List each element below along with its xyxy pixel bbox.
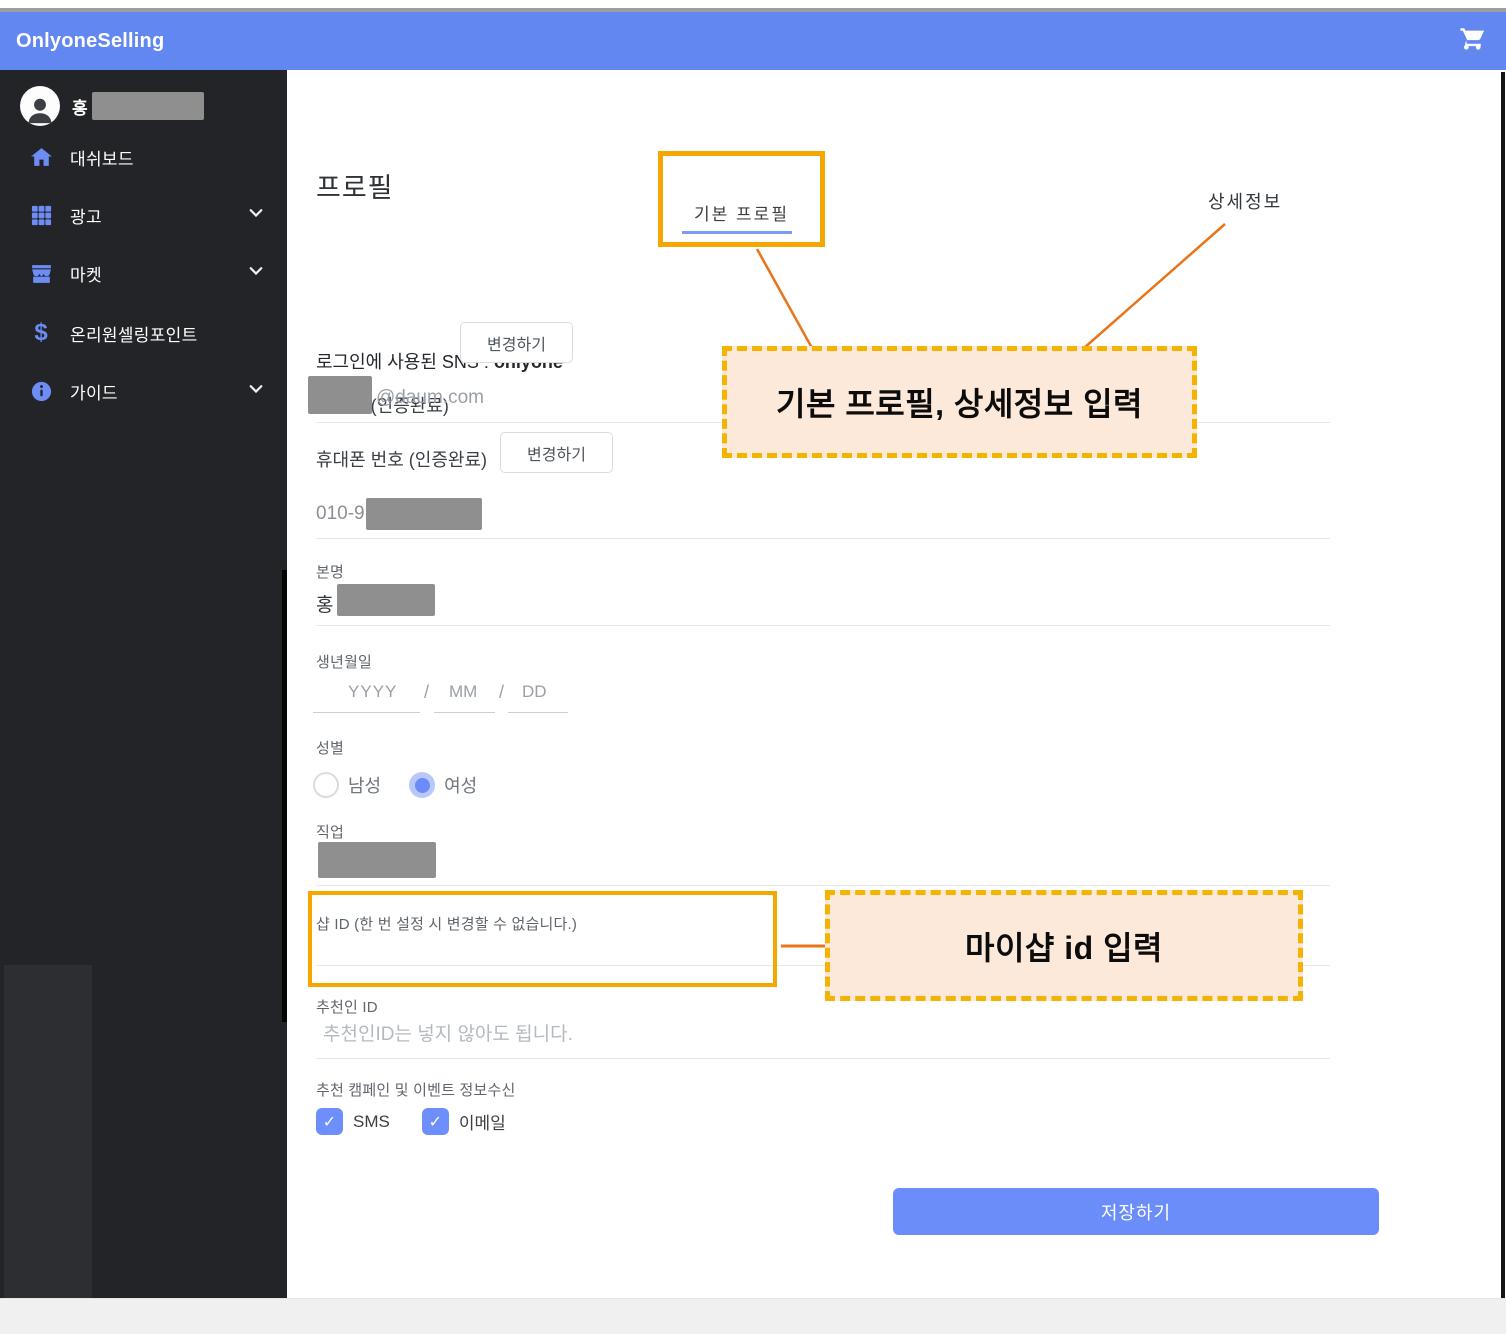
sidebar-item-label: 대쉬보드 xyxy=(70,149,134,169)
sidebar-user-row[interactable]: 홍 xyxy=(0,76,287,136)
sidebar-item-label: 가이드 xyxy=(70,383,118,403)
sidebar-item-label: 마켓 xyxy=(70,265,102,285)
realname-label: 본명 xyxy=(316,564,345,581)
footer-bar xyxy=(0,1298,1506,1334)
callout-myshop-box: 마이샵 id 입력 xyxy=(825,890,1303,1001)
callout-profile-text: 기본 프로필, 상세정보 입력 xyxy=(776,386,1143,422)
sidebar-item-label: 온리원셀링포인트 xyxy=(70,325,198,345)
chevron-down-icon xyxy=(247,262,265,285)
tab-annotation-frame: 기본 프로필 xyxy=(658,151,825,247)
main-content: 프로필 기본 프로필 상세정보 로그인에 사용된 SNS : onlyone 이… xyxy=(287,70,1502,1298)
birth-separator: / xyxy=(424,682,430,702)
sidebar-item-label: 광고 xyxy=(70,207,102,227)
checkbox-sms-label: SMS xyxy=(353,1111,390,1131)
callout-myshop-text: 마이샵 id 입력 xyxy=(965,929,1163,966)
sidebar-item-guide[interactable]: 가이드 xyxy=(0,362,287,420)
job-underline xyxy=(316,885,1330,886)
checkbox-sms[interactable]: ✓ xyxy=(316,1108,343,1135)
referrer-label: 추천인 ID xyxy=(316,999,378,1016)
realname-value: 홍 xyxy=(316,595,334,616)
email-value: @daum.com xyxy=(376,387,484,408)
phone-underline xyxy=(316,538,1330,539)
tab-basic-profile[interactable]: 기본 프로필 xyxy=(694,200,789,225)
cart-icon[interactable] xyxy=(1458,26,1488,56)
save-button[interactable]: 저장하기 xyxy=(893,1188,1379,1235)
chevron-down-icon xyxy=(247,380,265,403)
referrer-input[interactable]: 추천인ID는 넣지 않아도 됩니다. xyxy=(323,1019,573,1046)
gender-options: 남성 여성 xyxy=(313,772,477,798)
sidebar-item-points[interactable]: $ 온리원셀링포인트 xyxy=(0,304,287,362)
phone-value: 010-9 xyxy=(316,503,365,524)
shopid-annotation-frame xyxy=(308,891,777,987)
birth-mm-underline xyxy=(434,712,495,713)
birth-yyyy-input[interactable]: YYYY xyxy=(348,682,397,702)
job-label: 직업 xyxy=(316,824,345,841)
avatar xyxy=(20,86,60,126)
email-label: 이메일 (인증완료) xyxy=(316,328,449,416)
gender-label: 성별 xyxy=(316,740,345,757)
user-name-redaction xyxy=(91,92,204,120)
realname-underline xyxy=(316,625,1330,626)
birth-dd-underline xyxy=(508,712,568,713)
sidebar-redaction xyxy=(4,965,92,1334)
sidebar-item-ads[interactable]: 광고 xyxy=(0,186,287,244)
sidebar-item-market[interactable]: 마켓 xyxy=(0,244,287,302)
birth-label: 생년월일 xyxy=(316,654,373,671)
phone-redaction xyxy=(366,498,482,530)
birth-mm-input[interactable]: MM xyxy=(449,682,477,702)
birth-dd-input[interactable]: DD xyxy=(522,682,547,702)
radio-female[interactable] xyxy=(409,772,436,798)
radio-male[interactable] xyxy=(313,772,339,798)
birth-yyyy-underline xyxy=(313,712,420,713)
callout-profile-box: 기본 프로필, 상세정보 입력 xyxy=(722,346,1197,458)
page-title: 프로필 xyxy=(316,173,394,203)
birth-separator: / xyxy=(499,682,505,702)
top-margin xyxy=(0,0,1506,8)
detail-pointer-label: 상세정보 xyxy=(1208,192,1283,212)
chevron-down-icon xyxy=(247,204,265,227)
phone-label: 휴대폰 번호 (인증완료) xyxy=(316,450,488,470)
page: OnlyoneSelling 홍 대쉬보드 광고 마켓 $ 온리원셀링포인트 가… xyxy=(0,0,1506,1334)
brand-logo: OnlyoneSelling xyxy=(16,29,165,52)
subscribe-label: 추천 캠페인 및 이벤트 정보수신 xyxy=(316,1082,516,1099)
store-icon xyxy=(28,260,54,286)
shopid-label: 샵 ID (한 번 설정 시 변경할 수 없습니다.) xyxy=(316,916,578,933)
tab-active-underline xyxy=(682,231,792,234)
radio-male-label: 남성 xyxy=(348,776,382,796)
job-redaction xyxy=(318,842,436,878)
checkbox-email-label: 이메일 xyxy=(458,1114,506,1133)
user-name: 홍 xyxy=(72,98,88,118)
sidebar-item-dashboard[interactable]: 대쉬보드 xyxy=(0,128,287,186)
info-icon xyxy=(28,378,54,404)
grid-icon xyxy=(28,202,54,228)
phone-change-button[interactable]: 변경하기 xyxy=(500,432,613,473)
check-icon: ✓ xyxy=(322,1113,337,1131)
subscribe-options: ✓ SMS ✓ 이메일 xyxy=(316,1108,506,1135)
email-redaction xyxy=(308,376,372,414)
app-bar: OnlyoneSelling xyxy=(0,12,1506,70)
radio-female-label: 여성 xyxy=(444,776,478,796)
checkbox-email[interactable]: ✓ xyxy=(421,1108,449,1135)
window-scrollbar[interactable] xyxy=(1501,72,1505,1330)
home-icon xyxy=(28,144,54,170)
sidebar: 홍 대쉬보드 광고 마켓 $ 온리원셀링포인트 가이드 xyxy=(0,70,288,1334)
email-change-button[interactable]: 변경하기 xyxy=(460,322,573,363)
referrer-underline xyxy=(316,1058,1330,1059)
dollar-icon: $ xyxy=(34,319,48,346)
realname-redaction xyxy=(337,584,435,616)
check-icon: ✓ xyxy=(428,1113,443,1131)
